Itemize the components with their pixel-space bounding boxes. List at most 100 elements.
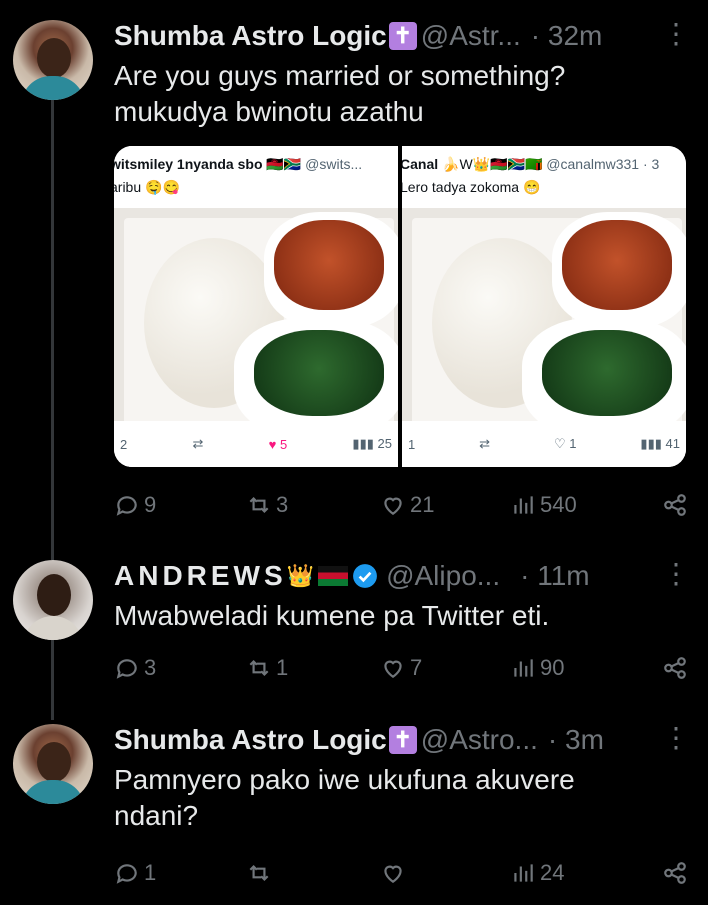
repost-icon: ⇄	[479, 436, 491, 451]
media-image-right[interactable]: Canal 🍌W👑🇲🇼🇿🇦🇿🇲 @canalmw331 · 3 Lero tad…	[402, 146, 686, 467]
repost-count: 1	[276, 655, 289, 680]
reply-icon	[116, 864, 137, 884]
repost-button[interactable]: 1	[246, 655, 288, 681]
tweet-text-line: ndani?	[114, 800, 199, 831]
like-button[interactable]: 21	[380, 492, 434, 518]
share-icon	[664, 862, 686, 884]
reply-icon	[116, 659, 137, 679]
tweet-text-line: Pamnyero pako iwe ukufuna akuvere	[114, 764, 575, 795]
repost-icon	[249, 864, 269, 882]
handle[interactable]: @Astro...	[421, 724, 538, 756]
embedded-handle: @canalmw331 · 3	[546, 156, 660, 172]
embedded-actions: 1 ⇄ ♡ 1 ▮▮▮ 41	[402, 421, 686, 467]
reply-button[interactable]: 1	[114, 860, 156, 886]
share-icon	[664, 494, 686, 516]
cross-badge-icon: ✝	[388, 726, 417, 754]
like-icon: ♡ 1	[553, 436, 577, 451]
crown-emoji: 👑	[286, 563, 315, 588]
embedded-replies: 1	[408, 436, 416, 452]
share-button[interactable]	[662, 655, 688, 681]
embedded-views: 25	[377, 436, 392, 451]
display-name[interactable]: Shumba Astro Logic	[114, 20, 387, 52]
reply-button[interactable]: 3	[114, 655, 156, 681]
embedded-likes: 5	[279, 436, 288, 452]
repost-button[interactable]: 3	[246, 492, 288, 518]
tweet-actions: 9 3 21 540	[114, 489, 688, 521]
more-icon[interactable]: ⋮	[662, 20, 690, 48]
tweet-2[interactable]: ANDREWS 👑 @Alipo... · 11m ⋮ Mwabweladi k…	[114, 558, 690, 634]
views-button[interactable]: 24	[510, 860, 564, 886]
like-count: 21	[410, 492, 435, 517]
share-icon	[664, 657, 686, 679]
embedded-likes: 1	[569, 436, 577, 451]
like-button[interactable]: 7	[380, 655, 422, 681]
embedded-tweet-header: Canal 🍌W👑🇲🇼🇿🇦🇿🇲 @canalmw331 · 3 Lero tad…	[402, 146, 686, 208]
reply-button[interactable]: 9	[114, 492, 156, 518]
like-button[interactable]	[380, 860, 410, 886]
views-icon: ▮▮▮ 25	[352, 436, 392, 451]
views-button[interactable]: 90	[510, 655, 564, 681]
timestamp[interactable]: · 11m	[520, 560, 590, 592]
tweet-text-line: Mwabweladi kumene pa Twitter eti.	[114, 600, 550, 631]
handle[interactable]: @Alipo...	[386, 560, 500, 592]
avatar[interactable]	[13, 724, 93, 804]
media-image-left[interactable]: witsmiley 1nyanda sbo 🇲🇼🇿🇦 @swits... ari…	[114, 146, 398, 467]
embedded-flags: 🇲🇼🇿🇦	[266, 156, 302, 172]
tweet-text: Mwabweladi kumene pa Twitter eti.	[114, 598, 688, 634]
views-icon	[514, 659, 533, 677]
timestamp[interactable]: · 3m	[548, 724, 604, 756]
embedded-actions: 2 ⇄ ♥ 5 ▮▮▮ 25	[114, 421, 398, 467]
like-count: 7	[410, 655, 423, 680]
embedded-name: witsmiley 1nyanda sbo	[114, 156, 263, 172]
embedded-handle: @swits...	[305, 156, 363, 172]
avatar[interactable]	[13, 20, 93, 100]
views-icon	[514, 496, 533, 514]
reply-count: 1	[144, 860, 157, 885]
tweet-actions: 3 1 7 90	[114, 652, 688, 684]
repost-button[interactable]	[246, 860, 276, 886]
embedded-replies: 2	[120, 436, 128, 452]
malawi-flag-icon	[318, 566, 349, 586]
thread-line	[51, 640, 54, 720]
tweet-text: Are you guys married or something? mukud…	[114, 58, 688, 130]
repost-icon: ⇄	[192, 436, 204, 451]
handle[interactable]: @Astr...	[421, 20, 521, 52]
views-icon	[514, 864, 533, 882]
avatar[interactable]	[13, 560, 93, 640]
embedded-views: 41	[665, 436, 680, 451]
embedded-text: Lero tadya zokoma 😁	[402, 179, 541, 195]
tweet-header: ANDREWS 👑 @Alipo... · 11m ⋮	[114, 558, 690, 594]
views-button[interactable]: 540	[510, 492, 577, 518]
reply-icon	[116, 496, 137, 516]
verified-icon	[353, 564, 377, 588]
display-name[interactable]: Shumba Astro Logic	[114, 724, 387, 756]
media-grid[interactable]: witsmiley 1nyanda sbo 🇲🇼🇿🇦 @swits... ari…	[114, 146, 686, 467]
repost-icon	[249, 496, 269, 514]
tweet-1[interactable]: Shumba Astro Logic ✝ @Astr... · 32m ⋮ Ar…	[114, 18, 690, 130]
like-icon	[384, 497, 402, 515]
embedded-tweet-header: witsmiley 1nyanda sbo 🇲🇼🇿🇦 @swits... ari…	[114, 146, 398, 208]
views-count: 540	[540, 492, 577, 517]
more-icon[interactable]: ⋮	[662, 560, 690, 588]
tweet-header: Shumba Astro Logic ✝ @Astro... · 3m ⋮	[114, 722, 690, 758]
tweet-text: Pamnyero pako iwe ukufuna akuvere ndani?	[114, 762, 688, 834]
repost-count: 3	[276, 492, 289, 517]
share-button[interactable]	[662, 492, 688, 518]
tweet-header: Shumba Astro Logic ✝ @Astr... · 32m ⋮	[114, 18, 690, 54]
embedded-text: aribu 🤤😋	[114, 179, 180, 195]
cross-badge-icon: ✝	[388, 22, 417, 50]
tweet-3[interactable]: Shumba Astro Logic ✝ @Astro... · 3m ⋮ Pa…	[114, 722, 690, 834]
like-icon	[384, 660, 402, 678]
tweet-text-line: mukudya bwinotu azathu	[114, 96, 424, 127]
like-icon	[384, 865, 402, 883]
embedded-name: Canal	[402, 156, 439, 172]
share-button[interactable]	[662, 860, 688, 886]
thread-line	[51, 100, 54, 560]
repost-icon	[249, 659, 269, 677]
views-icon: ▮▮▮ 41	[640, 436, 680, 451]
more-icon[interactable]: ⋮	[662, 724, 690, 752]
display-name[interactable]: ANDREWS	[114, 560, 287, 592]
reply-count: 9	[144, 492, 157, 517]
timestamp[interactable]: · 32m	[531, 20, 603, 52]
reply-count: 3	[144, 655, 157, 680]
